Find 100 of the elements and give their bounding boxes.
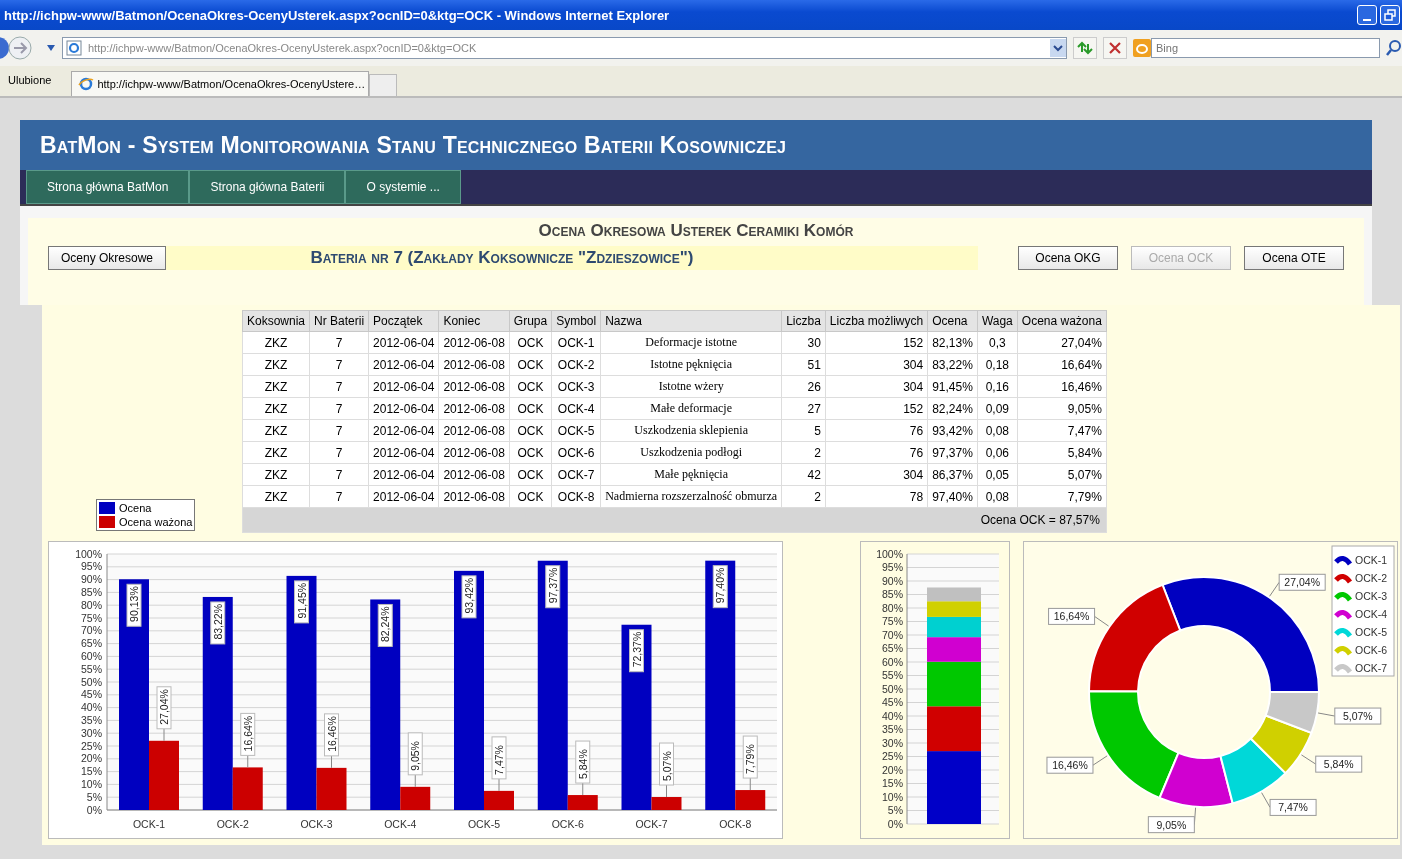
axis-tick-label: 85% [81, 585, 102, 598]
dropdown-icon[interactable] [1050, 39, 1066, 57]
table-cell: 51 [781, 353, 826, 376]
table-cell: OCK [509, 375, 552, 398]
data-label: 97,40% [712, 565, 728, 609]
axis-tick-label: 75% [882, 615, 903, 627]
table-cell: OCK-3 [551, 375, 601, 398]
data-label: 16,64% [1048, 607, 1110, 627]
restore-button[interactable] [1380, 5, 1400, 25]
table-cell: 2012-06-04 [368, 485, 439, 508]
nav-link[interactable]: Strona główna Baterii [189, 170, 346, 204]
axis-tick-label: 90% [882, 574, 903, 587]
legend-swatch [1334, 556, 1352, 566]
table-cell: 152 [825, 331, 928, 354]
browser-tab[interactable]: http://ichpw-www/Batmon/OcenaOkres-OcenyUstere… [71, 71, 370, 96]
table-cell: OCK-4 [551, 397, 601, 420]
table-cell: 2012-06-04 [368, 441, 439, 464]
table-cell: ZKZ [242, 463, 310, 486]
refresh-icon [1076, 40, 1094, 56]
axis-tick-label: 45% [882, 696, 903, 708]
table-cell: 7 [309, 463, 369, 486]
column-header[interactable]: Nr Baterii [309, 310, 369, 332]
column-header[interactable]: Liczba [781, 310, 826, 332]
table-cell: 9,05% [1017, 397, 1107, 420]
axis-tick-label: 95% [882, 561, 903, 573]
table-cell: 2012-06-04 [368, 375, 439, 398]
rating-button[interactable]: Ocena OKG [1018, 246, 1118, 270]
column-header[interactable]: Ocena [927, 310, 978, 332]
axis-tick-label: 65% [882, 642, 903, 654]
table-cell: 2012-06-04 [368, 397, 439, 420]
axis-tick-label: 80% [882, 601, 903, 614]
table-cell: 2 [781, 441, 826, 464]
table-cell: 2012-06-08 [438, 485, 510, 508]
axis-tick-label: 65% [81, 637, 102, 650]
column-header[interactable]: Koksownia [242, 310, 310, 332]
table-cell: 7 [309, 353, 369, 376]
table-cell: Małe pęknięcia [600, 463, 782, 486]
nav-link[interactable]: Strona główna BatMon [26, 170, 190, 204]
table-cell: 2012-06-08 [438, 353, 510, 376]
table-cell: 0,05 [977, 463, 1018, 486]
close-icon [1108, 41, 1122, 55]
table-cell: 7,47% [1017, 419, 1107, 442]
address-field[interactable]: http://ichpw-www/Batmon/OcenaOkres-OcenyUsterek.aspx?ocnID=0&ktg=OCK [62, 37, 1067, 59]
data-label: 91,45% [294, 580, 309, 624]
table-cell: Istotne wżery [600, 375, 782, 398]
stop-button[interactable] [1103, 37, 1127, 59]
search-field[interactable]: Bing [1151, 38, 1380, 58]
table-cell: 2012-06-04 [368, 353, 439, 376]
data-label: 83,22% [210, 601, 226, 645]
table-cell: OCK [509, 463, 552, 486]
minimize-button[interactable] [1357, 5, 1377, 25]
column-header[interactable]: Nazwa [600, 310, 782, 332]
dropdown-icon[interactable] [46, 44, 56, 52]
axis-tick-label: 90% [81, 573, 102, 586]
data-label: 5,84% [1300, 754, 1363, 773]
table-cell: 7 [309, 331, 369, 354]
column-header[interactable]: Grupa [509, 310, 552, 332]
axis-tick-label: 35% [81, 713, 102, 726]
axis-tick-label: 45% [81, 688, 102, 701]
favorites-label[interactable]: Ulubione [0, 74, 72, 96]
table-cell: 2012-06-08 [438, 441, 510, 464]
axis-tick-label: 80% [81, 598, 102, 611]
axis-tick-label: 0% [86, 803, 102, 816]
axis-tick-label: 35% [882, 723, 903, 735]
data-label: 82,24% [377, 603, 393, 647]
column-header[interactable]: Symbol [551, 310, 601, 332]
search-icon[interactable] [1386, 39, 1402, 57]
legend-swatch [1334, 646, 1352, 656]
axis-tick-label: 55% [81, 662, 102, 675]
table-cell: 0,08 [977, 485, 1018, 508]
table-cell: Uszkodzenia podłogi [600, 441, 782, 464]
table-cell: 42 [781, 463, 826, 486]
axis-tick-label: 20% [882, 763, 903, 776]
axis-tick-label: 85% [882, 588, 903, 600]
table-cell: 2012-06-08 [438, 419, 510, 442]
data-label: 93,42% [461, 575, 477, 619]
refresh-button[interactable] [1073, 37, 1097, 59]
column-header[interactable]: Początek [368, 310, 439, 332]
legend-swatch [1334, 664, 1352, 674]
data-label: 5,84% [575, 740, 591, 796]
data-label: 9,05% [1156, 818, 1187, 831]
axis-tick-label: 75% [81, 611, 102, 624]
rating-button[interactable]: Ocena OTE [1244, 246, 1344, 270]
data-label: 7,47% [1261, 792, 1317, 816]
table-cell: 0,16 [977, 375, 1018, 398]
table-cell: 2012-06-04 [368, 463, 439, 486]
column-header[interactable]: Ocena ważona [1017, 310, 1107, 332]
restore-icon [1384, 9, 1396, 21]
table-cell: Istotne pęknięcia [600, 353, 782, 376]
column-header[interactable]: Koniec [438, 310, 510, 332]
table-cell: OCK [509, 441, 552, 464]
axis-tick-label: 60% [882, 655, 903, 668]
legend-label: OCK-4 [1355, 608, 1388, 620]
periodic-ratings-button[interactable]: Oceny Okresowe [48, 246, 167, 270]
table-cell: 2012-06-04 [368, 331, 439, 354]
table-cell: 91,45% [927, 375, 978, 398]
nav-link[interactable]: O systemie ... [345, 170, 461, 204]
table-cell: OCK [509, 353, 552, 376]
column-header[interactable]: Liczba możliwych [825, 310, 928, 332]
column-header[interactable]: Waga [977, 310, 1018, 332]
